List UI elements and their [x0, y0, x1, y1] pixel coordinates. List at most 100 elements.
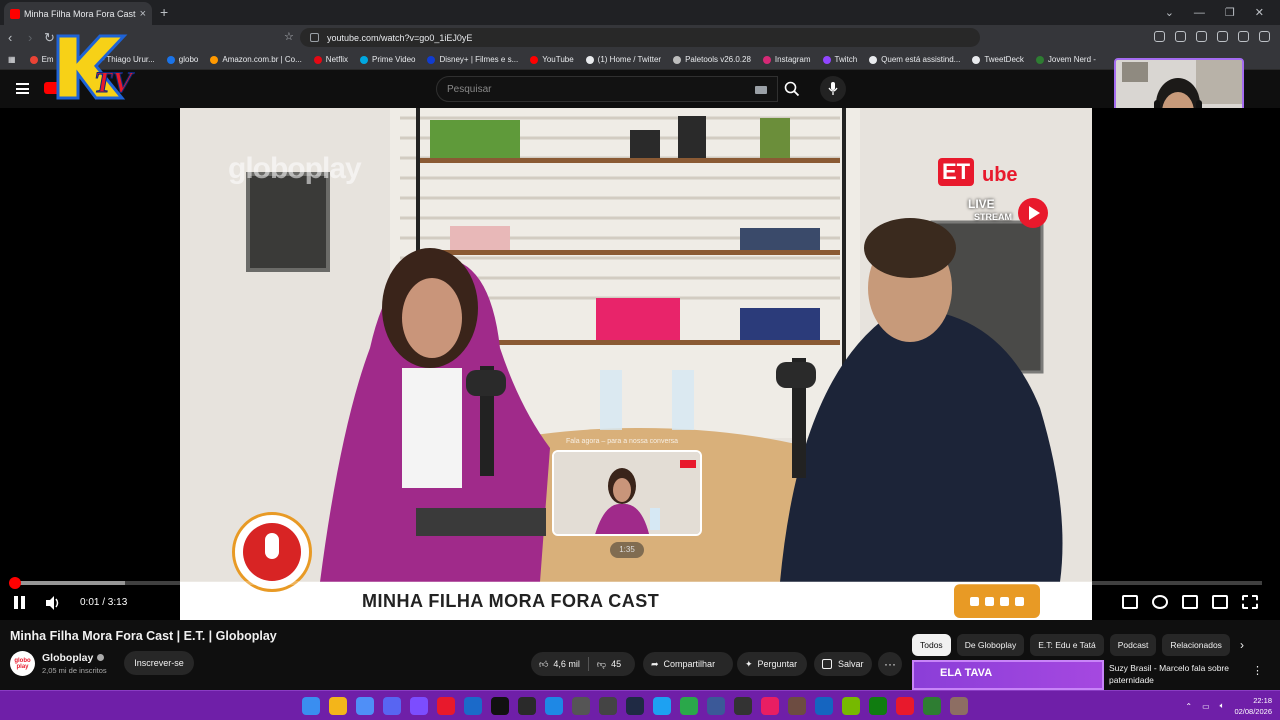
bookmark-item[interactable]: Em [29, 55, 54, 64]
close-window-icon[interactable]: ✕ [1255, 6, 1264, 19]
recommended-thumbnail[interactable]: ELA TAVA [912, 660, 1104, 690]
menu-icon[interactable] [1259, 31, 1270, 42]
taskbar-app-icon[interactable] [869, 697, 887, 715]
save-button[interactable]: Salvar [814, 652, 872, 676]
clock[interactable]: 22:18 02/08/2026 [1234, 695, 1272, 717]
taskbar-app-icon[interactable] [572, 697, 590, 715]
cast-icon[interactable] [1212, 595, 1228, 609]
bookmark-label: (1) Home / Twitter [597, 55, 662, 64]
filter-chip[interactable]: E.T: Edu e Tatá [1030, 634, 1104, 656]
taskbar-app-icon[interactable] [491, 697, 509, 715]
scrubber-handle[interactable] [8, 577, 21, 589]
filter-chip[interactable]: Podcast [1109, 634, 1157, 656]
search-button[interactable] [776, 76, 808, 102]
taskbar-app-icon[interactable] [329, 697, 347, 715]
taskbar-app-icon[interactable] [356, 697, 374, 715]
bookmark-favicon-icon [360, 55, 369, 64]
dislike-button[interactable]: 👎︎ 45 [589, 652, 629, 676]
site-info-icon[interactable] [310, 33, 319, 42]
recommended-menu-icon[interactable]: ⋮ [1252, 664, 1263, 677]
fullscreen-icon[interactable] [1242, 595, 1258, 609]
maximize-icon[interactable]: ❐ [1225, 6, 1235, 19]
recommended-title[interactable]: Suzy Brasil - Marcelo fala sobre paterni… [1109, 662, 1249, 686]
bookmark-item[interactable]: YouTube [530, 55, 574, 64]
taskbar-app-icon[interactable] [653, 697, 671, 715]
bookmark-item[interactable]: Prime Video [360, 55, 415, 64]
bookmark-item[interactable]: Instagram [762, 55, 811, 64]
taskbar-app-icon[interactable] [437, 697, 455, 715]
tab-search-icon[interactable]: ⌄ [1165, 6, 1174, 19]
ask-button[interactable]: ✦ Perguntar [737, 652, 807, 676]
search-input[interactable]: Pesquisar [436, 76, 778, 102]
bookmark-label: Jovem Nerd - [1047, 55, 1096, 64]
reload-icon[interactable]: ↻ [44, 30, 55, 46]
keyboard-icon[interactable] [755, 86, 767, 94]
music-icon[interactable] [1175, 31, 1186, 42]
taskbar-app-icon[interactable] [842, 697, 860, 715]
tray-chevron-icon[interactable]: ⌃ [1185, 702, 1192, 711]
taskbar-app-icon[interactable] [923, 697, 941, 715]
taskbar-app-icon[interactable] [788, 697, 806, 715]
profile-icon[interactable] [1238, 31, 1249, 42]
taskbar-app-icon[interactable] [680, 697, 698, 715]
taskbar-app-icon[interactable] [896, 697, 914, 715]
bookmark-item[interactable]: Netflix [313, 55, 348, 64]
network-icon[interactable]: ▭ [1202, 702, 1210, 711]
bookmark-item[interactable]: Disney+ | Filmes e s... [427, 55, 518, 64]
channel-name[interactable]: Globoplay [42, 652, 105, 664]
download-icon[interactable] [1217, 31, 1228, 42]
back-icon[interactable]: ‹ [8, 30, 12, 45]
chevron-right-icon[interactable]: › [1240, 638, 1244, 652]
bookmark-item[interactable]: Twitch [822, 55, 857, 64]
taskbar-app-icon[interactable] [302, 697, 320, 715]
bookmark-favicon-icon [427, 55, 436, 64]
new-tab-button[interactable]: + [160, 4, 168, 20]
taskbar-app-icon[interactable] [383, 697, 401, 715]
volume-icon[interactable] [45, 595, 61, 611]
filter-chip[interactable]: Relacionados [1162, 634, 1230, 656]
minimize-icon[interactable]: — [1194, 7, 1205, 19]
bookmark-item[interactable]: TweetDeck [972, 55, 1024, 64]
progress-bar[interactable] [8, 577, 1262, 589]
bookmark-item[interactable]: Paletools v26.0.28 [673, 55, 751, 64]
bookmark-item[interactable]: (1) Home / Twitter [585, 55, 662, 64]
bookmark-item[interactable]: globo [166, 55, 198, 64]
url-bar[interactable]: youtube.com/watch?v=go0_1iEJ0yE [300, 28, 980, 47]
subscribe-button[interactable]: Inscrever-se [124, 651, 194, 675]
taskbar-app-icon[interactable] [464, 697, 482, 715]
tab-youtube[interactable]: Minha Filha Mora Fora Cast | × [4, 2, 152, 25]
subtitles-icon[interactable] [1122, 595, 1138, 609]
sidebar-icon[interactable] [1196, 31, 1207, 42]
taskbar-app-icon[interactable] [815, 697, 833, 715]
forward-icon[interactable]: › [28, 30, 32, 45]
filter-chip[interactable]: Todos [912, 634, 951, 656]
taskbar-app-icon[interactable] [626, 697, 644, 715]
like-button[interactable]: 👍︎ 4,6 mil [531, 652, 588, 676]
apps-grid-icon[interactable]: ▦ [8, 55, 16, 64]
settings-gear-icon[interactable] [1152, 595, 1168, 609]
bookmark-item[interactable]: Jovem Nerd - [1035, 55, 1096, 64]
miniplayer-icon[interactable] [1182, 595, 1198, 609]
speaker-icon[interactable]: 🔈︎ [1220, 701, 1225, 711]
hamburger-menu-icon[interactable] [16, 83, 29, 94]
taskbar-app-icon[interactable] [410, 697, 428, 715]
taskbar-app-icon[interactable] [545, 697, 563, 715]
voice-search-button[interactable] [820, 76, 846, 102]
filter-chip[interactable]: De Globoplay [956, 634, 1025, 656]
taskbar-app-icon[interactable] [518, 697, 536, 715]
video-player[interactable]: globoplay ET ube LIVE STREAM MINHA FILHA… [0, 108, 1280, 620]
share-button[interactable]: ➦ Compartilhar [643, 652, 733, 676]
extension-icon[interactable] [1154, 31, 1165, 42]
more-actions-button[interactable]: ··· [878, 652, 902, 676]
taskbar-app-icon[interactable] [707, 697, 725, 715]
bookmark-item[interactable]: Amazon.com.br | Co... [210, 55, 302, 64]
channel-avatar[interactable]: globo play [10, 651, 35, 676]
taskbar-app-icon[interactable] [734, 697, 752, 715]
bookmark-item[interactable]: Quem está assistind... [869, 55, 960, 64]
taskbar-app-icon[interactable] [761, 697, 779, 715]
taskbar-app-icon[interactable] [599, 697, 617, 715]
close-tab-icon[interactable]: × [140, 8, 146, 20]
taskbar-app-icon[interactable] [950, 697, 968, 715]
pause-icon[interactable] [14, 596, 25, 609]
bookmark-star-icon[interactable]: ☆ [284, 30, 294, 43]
